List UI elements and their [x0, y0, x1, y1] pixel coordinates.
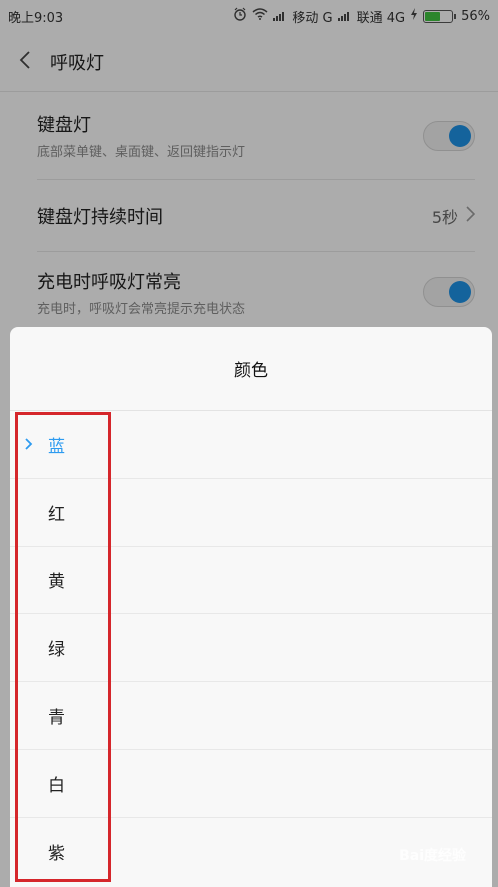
- color-option[interactable]: 红: [10, 479, 492, 547]
- color-option-label: 青: [48, 708, 65, 729]
- color-option-label: 黄: [48, 572, 65, 593]
- color-option[interactable]: 青: [10, 682, 492, 750]
- color-option-label: 紫: [48, 844, 65, 865]
- color-picker-sheet: 颜色 蓝红黄绿青白紫: [10, 327, 492, 887]
- sheet-title: 颜色: [10, 327, 492, 411]
- color-option[interactable]: 黄: [10, 547, 492, 615]
- color-option[interactable]: 蓝: [10, 411, 492, 479]
- selected-chevron-icon: [10, 438, 48, 451]
- color-option[interactable]: 绿: [10, 614, 492, 683]
- color-option[interactable]: 白: [10, 750, 492, 818]
- color-option-label: 白: [48, 775, 65, 796]
- color-option-label: 蓝: [48, 436, 65, 457]
- color-option-label: 红: [48, 504, 65, 525]
- color-option-label: 绿: [48, 640, 65, 661]
- watermark: Bai度经验: [399, 848, 466, 864]
